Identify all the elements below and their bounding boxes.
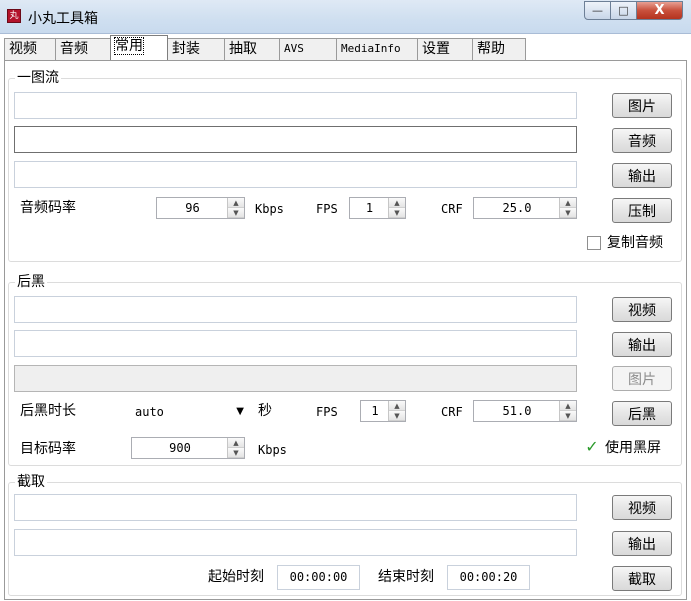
end-time-label: 结束时刻 bbox=[378, 569, 434, 585]
target-bitrate-spinner[interactable]: 900 ▲ ▼ bbox=[131, 437, 245, 459]
bt-video-button[interactable]: 视频 bbox=[612, 297, 672, 322]
tab-common[interactable]: 常用 bbox=[110, 35, 168, 60]
fps-label: FPS bbox=[316, 202, 338, 216]
spinner-arrows[interactable]: ▲ ▼ bbox=[559, 401, 576, 421]
spin-down-icon[interactable]: ▼ bbox=[560, 411, 576, 421]
spinner-arrows[interactable]: ▲ ▼ bbox=[388, 401, 405, 421]
chevron-down-icon[interactable]: ▼ bbox=[236, 401, 244, 423]
tab-video[interactable]: 视频 bbox=[4, 38, 56, 60]
spin-up-icon[interactable]: ▲ bbox=[560, 401, 576, 411]
bt-image-button: 图片 bbox=[612, 366, 672, 391]
crf-label: CRF bbox=[441, 202, 463, 216]
audio-bitrate-label: 音频码率 bbox=[20, 200, 76, 216]
tab-mux[interactable]: 封装 bbox=[167, 38, 225, 60]
bt-duration-value: auto bbox=[135, 405, 164, 419]
spin-up-icon[interactable]: ▲ bbox=[389, 401, 405, 411]
target-bitrate-value: 900 bbox=[169, 441, 191, 455]
copy-audio-label: 复制音频 bbox=[607, 235, 663, 251]
close-button[interactable]: X bbox=[637, 1, 683, 20]
spin-down-icon[interactable]: ▼ bbox=[228, 208, 244, 218]
black-tail-title: 后黑 bbox=[15, 274, 47, 290]
audio-bitrate-unit: Kbps bbox=[255, 202, 284, 216]
bt-duration-select[interactable]: auto ▼ bbox=[131, 400, 248, 422]
clip-output-button[interactable]: 输出 bbox=[612, 531, 672, 556]
fps-spinner[interactable]: 1 ▲ ▼ bbox=[349, 197, 406, 219]
use-black-label: 使用黑屏 bbox=[605, 440, 661, 456]
spin-up-icon[interactable]: ▲ bbox=[560, 198, 576, 208]
bt-image-path-input bbox=[14, 365, 577, 392]
output-button[interactable]: 输出 bbox=[612, 163, 672, 188]
audio-bitrate-spinner[interactable]: 96 ▲ ▼ bbox=[156, 197, 245, 219]
copy-audio-checkbox[interactable] bbox=[587, 236, 601, 250]
bt-output-button[interactable]: 输出 bbox=[612, 332, 672, 357]
audio-path-input[interactable] bbox=[14, 126, 577, 153]
spinner-arrows[interactable]: ▲ ▼ bbox=[227, 438, 244, 458]
clip-output-path-input[interactable] bbox=[14, 529, 577, 556]
crf-value: 25.0 bbox=[502, 201, 532, 215]
start-time-input[interactable]: 00:00:00 bbox=[277, 565, 360, 590]
bt-crf-spinner[interactable]: 51.0 ▲ ▼ bbox=[473, 400, 577, 422]
tab-settings[interactable]: 设置 bbox=[417, 38, 473, 60]
bt-output-path-input[interactable] bbox=[14, 330, 577, 357]
tab-extract[interactable]: 抽取 bbox=[224, 38, 280, 60]
audio-button[interactable]: 音频 bbox=[612, 128, 672, 153]
bt-fps-label: FPS bbox=[316, 405, 338, 419]
clip-run-button[interactable]: 截取 bbox=[612, 566, 672, 591]
spin-down-icon[interactable]: ▼ bbox=[228, 448, 244, 458]
spin-up-icon[interactable]: ▲ bbox=[228, 198, 244, 208]
title-bar: 丸 小丸工具箱 — □ X bbox=[0, 0, 691, 34]
spin-down-icon[interactable]: ▼ bbox=[560, 208, 576, 218]
tab-help[interactable]: 帮助 bbox=[472, 38, 526, 60]
image-stream-title: 一图流 bbox=[15, 70, 61, 86]
tab-bar: 视频 音频 常用 封装 抽取 AVS MediaInfo 设置 帮助 bbox=[4, 35, 526, 60]
spinner-arrows[interactable]: ▲ ▼ bbox=[559, 198, 576, 218]
bt-fps-value: 1 bbox=[371, 404, 379, 418]
use-black-checkbox[interactable]: ✓ bbox=[585, 439, 599, 455]
tab-mediainfo[interactable]: MediaInfo bbox=[336, 38, 418, 60]
app-icon: 丸 bbox=[7, 9, 21, 23]
clip-video-button[interactable]: 视频 bbox=[612, 495, 672, 520]
image-path-input[interactable] bbox=[14, 92, 577, 119]
start-time-label: 起始时刻 bbox=[208, 569, 264, 585]
spin-up-icon[interactable]: ▲ bbox=[389, 198, 405, 208]
target-bitrate-unit: Kbps bbox=[258, 443, 287, 457]
spinner-arrows[interactable]: ▲ ▼ bbox=[388, 198, 405, 218]
target-bitrate-label: 目标码率 bbox=[20, 441, 76, 457]
bt-duration-unit: 秒 bbox=[258, 403, 272, 419]
minimize-button[interactable]: — bbox=[584, 1, 611, 20]
output-path-input[interactable] bbox=[14, 161, 577, 188]
tab-audio[interactable]: 音频 bbox=[55, 38, 111, 60]
spin-up-icon[interactable]: ▲ bbox=[228, 438, 244, 448]
bt-crf-value: 51.0 bbox=[502, 404, 532, 418]
audio-bitrate-value: 96 bbox=[185, 201, 200, 215]
spin-down-icon[interactable]: ▼ bbox=[389, 411, 405, 421]
bt-fps-spinner[interactable]: 1 ▲ ▼ bbox=[360, 400, 406, 422]
clip-title: 截取 bbox=[15, 474, 47, 490]
fps-value: 1 bbox=[365, 201, 374, 215]
bt-video-path-input[interactable] bbox=[14, 296, 577, 323]
bt-crf-label: CRF bbox=[441, 405, 463, 419]
window-title: 小丸工具箱 bbox=[28, 11, 98, 27]
encode-button[interactable]: 压制 bbox=[612, 198, 672, 223]
end-time-input[interactable]: 00:00:20 bbox=[447, 565, 530, 590]
clip-video-path-input[interactable] bbox=[14, 494, 577, 521]
window-controls: — □ X bbox=[584, 1, 683, 20]
bt-duration-label: 后黑时长 bbox=[20, 403, 76, 419]
crf-spinner[interactable]: 25.0 ▲ ▼ bbox=[473, 197, 577, 219]
bt-run-button[interactable]: 后黑 bbox=[612, 401, 672, 426]
image-button[interactable]: 图片 bbox=[612, 93, 672, 118]
spinner-arrows[interactable]: ▲ ▼ bbox=[227, 198, 244, 218]
tab-avs[interactable]: AVS bbox=[279, 38, 337, 60]
spin-down-icon[interactable]: ▼ bbox=[389, 208, 405, 218]
maximize-button[interactable]: □ bbox=[611, 1, 637, 20]
